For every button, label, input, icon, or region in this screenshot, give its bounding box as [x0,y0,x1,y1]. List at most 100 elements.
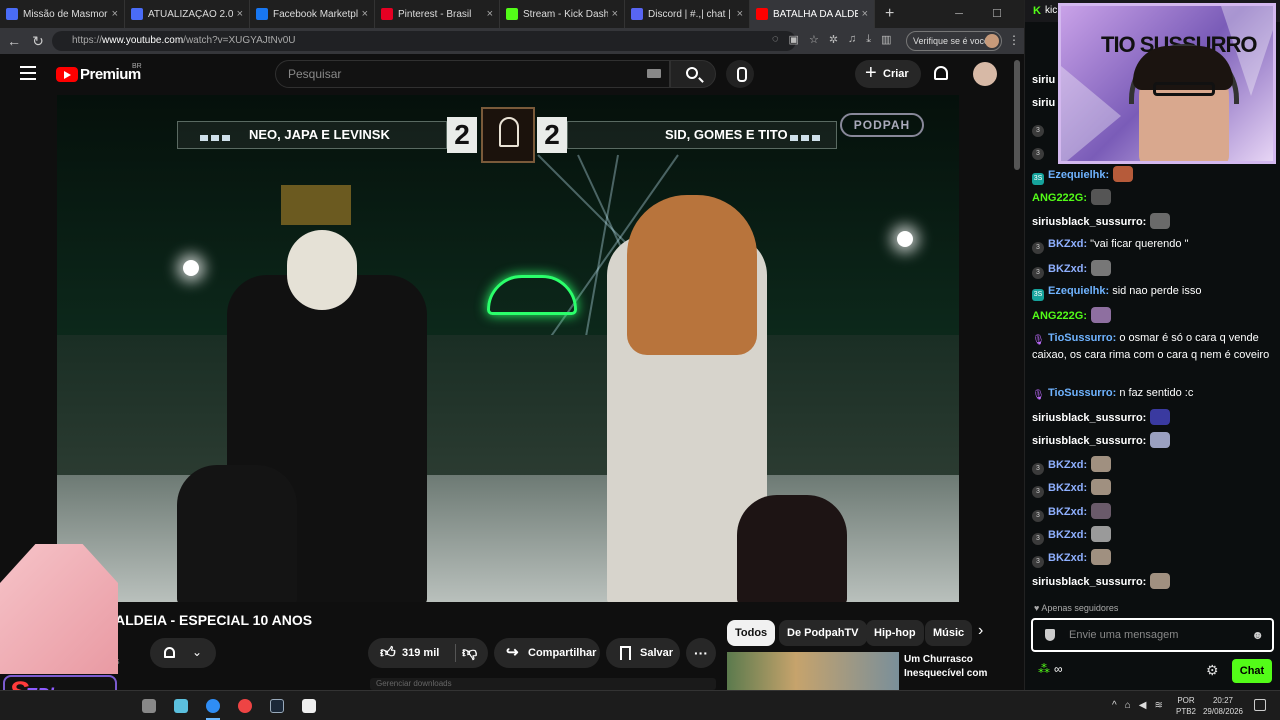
volume-icon[interactable]: ◀ [1139,700,1147,711]
chat-username[interactable]: ANG222G: [1032,310,1087,322]
chat-username[interactable]: TioSussurro: [1048,387,1116,399]
system-clock[interactable]: 20:27 29/08/2026 [1200,695,1246,717]
page-scrollbar[interactable] [1014,60,1020,170]
chat-username[interactable]: siriu [1032,74,1055,86]
chat-username[interactable]: Ezequielhk: [1048,285,1109,297]
browser-tab[interactable]: Facebook Marketplace | × [250,0,375,28]
taskbar-app-icon[interactable] [174,699,188,713]
filter-chip[interactable]: De PodpahTV [779,620,867,646]
tab-close-icon[interactable]: × [737,8,743,20]
account-avatar[interactable] [973,62,997,86]
thumbs-up-icon: 👍︎ [380,644,396,661]
taskbar-app-icon[interactable] [238,699,252,713]
browser-tab[interactable]: Discord | #.,| chat | : × [625,0,750,28]
chat-username[interactable]: siriusblack_sussurro: [1032,412,1146,424]
chat-username[interactable]: BKZxd: [1048,263,1087,275]
wifi-icon[interactable]: ≋ [1154,700,1162,711]
chat-username[interactable]: siriusblack_sussurro: [1032,576,1146,588]
chat-username[interactable]: BKZxd: [1048,529,1087,541]
star-icon[interactable]: ☆ [809,33,819,46]
install-icon[interactable]: ▣ [789,33,799,46]
recommended-title[interactable]: Um Churrasco Inesquecível com [904,653,1014,681]
recommended-thumbnail[interactable] [727,652,899,690]
chat-username[interactable]: ANG222G: [1032,192,1087,204]
chat-message-input[interactable]: Envie uma mensagem ☻ [1031,618,1274,652]
edge-icon[interactable] [206,699,220,713]
taskbar-app-icon[interactable] [302,699,316,713]
keyboard-icon[interactable] [647,69,661,78]
score-right: 2 [537,117,567,153]
maximize-button[interactable]: ☐ [978,0,1016,28]
share-button[interactable]: ↪ Compartilhar [494,638,600,668]
filter-chip[interactable]: Hip-hop [866,620,924,646]
youtube-logo-icon[interactable] [56,67,78,82]
filter-chip[interactable]: Todos [727,620,776,646]
verify-profile-button[interactable]: Verifique se é você [906,31,1002,51]
bookmark-icon [620,646,631,660]
steam-icon[interactable] [270,699,284,713]
tab-favicon-icon [131,8,143,20]
save-button[interactable]: Salvar [606,638,680,668]
create-button[interactable]: Criar [855,59,921,88]
downloads-bar[interactable]: Gerenciar downloads [370,678,716,690]
like-button[interactable]: 👍︎ 319 mil 👎︎ [368,638,488,668]
language-indicator[interactable]: POR PTB2 [1176,695,1196,717]
notifications-bell-icon[interactable] [934,66,948,80]
chat-username[interactable]: BKZxd: [1048,506,1087,518]
new-tab-button[interactable]: + [875,5,904,23]
tab-close-icon[interactable]: × [362,8,368,20]
chat-username[interactable]: siriu [1032,97,1055,109]
filter-chip[interactable]: Músic [925,620,973,646]
tab-close-icon[interactable]: × [862,8,868,20]
chevron-up-icon[interactable]: ^ [1112,700,1117,711]
browser-tab[interactable]: Pinterest - Brasil × [375,0,500,28]
browser-tab[interactable]: Stream - Kick Dashb × [500,0,625,28]
chat-username[interactable]: siriusblack_sussurro: [1032,435,1146,447]
extension-icon[interactable]: ✲ [829,33,838,46]
chat-message: 3 [1032,119,1272,137]
chat-username[interactable]: BKZxd: [1048,552,1087,564]
browser-tab[interactable]: ATUALIZAÇÃO 2.0 [VERÃ × [125,0,250,28]
thumbs-down-icon[interactable]: 👎︎ [462,638,477,668]
back-icon[interactable]: ← [2,33,26,49]
browser-menu-icon[interactable]: ⋮ [1008,33,1020,47]
tab-close-icon[interactable]: × [487,8,493,20]
chat-username[interactable]: BKZxd: [1048,238,1087,250]
gear-icon[interactable]: ⚙ [1206,662,1219,679]
chevron-right-icon[interactable]: › [978,622,983,640]
subscriber-badge-icon: 3S [1032,173,1044,185]
taskbar-app-icon[interactable] [142,699,156,713]
subscription-bell-button[interactable]: ⌄ [150,638,216,668]
chat-send-button[interactable]: Chat [1232,659,1272,683]
chat-points[interactable]: ⁂ ∞ [1038,662,1063,676]
tab-label: Stream - Kick Dashb [523,8,608,20]
chat-username[interactable]: BKZxd: [1048,459,1087,471]
emoji-icon[interactable]: ☻ [1251,620,1264,650]
sidebar-icon[interactable]: ▥ [881,33,891,46]
search-button[interactable] [670,60,716,88]
tab-close-icon[interactable]: × [237,8,243,20]
video-player[interactable]: NEO, JAPA E LEVINSK 2 2 SID, GOMES E TIT… [57,95,959,602]
media-icon[interactable]: ♫ [848,33,856,46]
browser-tab[interactable]: BATALHA DA ALDE × [750,0,875,28]
create-label: Criar [883,68,909,80]
download-icon[interactable]: ⤓ [866,33,871,46]
search-input[interactable]: Pesquisar [275,60,670,88]
browser-tab[interactable]: Missão de Masmorras R × [0,0,125,28]
network-icon[interactable]: ⌂ [1125,700,1131,711]
tab-close-icon[interactable]: × [612,8,618,20]
url-field[interactable]: https://www.youtube.com/watch?v=XUGYAJtN… [52,31,796,51]
reload-icon[interactable]: ↻ [26,33,50,50]
more-actions-button[interactable]: ··· [686,638,716,668]
notification-icon[interactable] [1254,699,1266,711]
chat-username[interactable]: TioSussurro: [1048,332,1116,344]
tab-close-icon[interactable]: × [112,8,118,20]
eye-off-icon[interactable]: ◌ [772,33,779,46]
chat-username[interactable]: BKZxd: [1048,482,1087,494]
hamburger-menu-icon[interactable] [20,66,36,80]
minimize-button[interactable]: ─ [940,0,978,28]
tier-badge-icon: 3 [1032,533,1044,545]
chat-username[interactable]: siriusblack_sussurro: [1032,216,1146,228]
voice-search-icon[interactable] [726,60,754,88]
chat-username[interactable]: Ezequielhk: [1048,169,1109,181]
